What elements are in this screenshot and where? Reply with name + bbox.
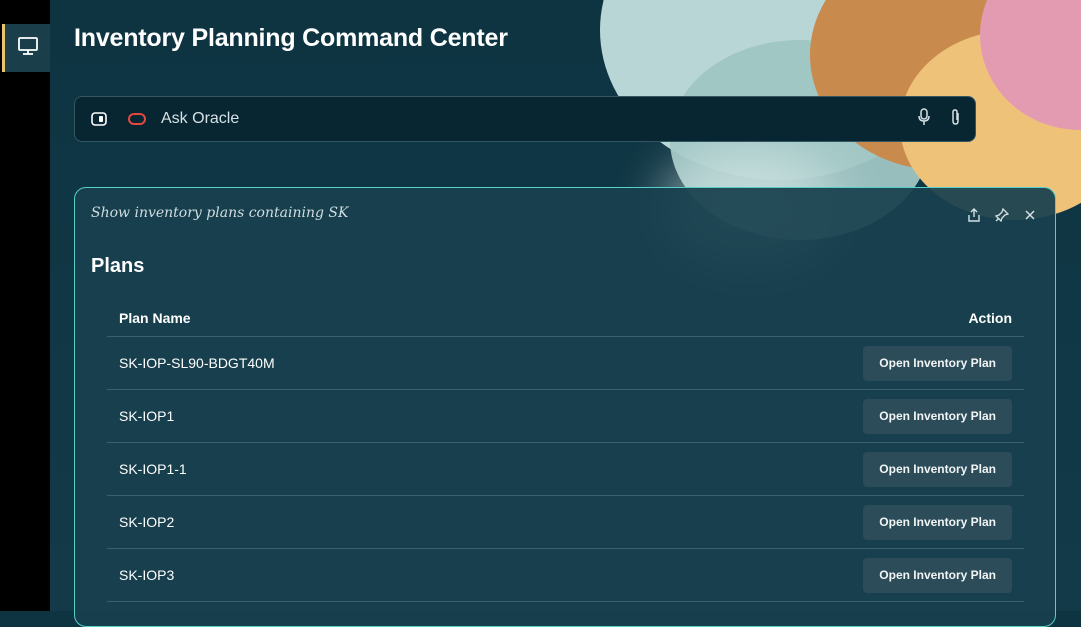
table-row: SK-IOP1-1 Open Inventory Plan xyxy=(107,442,1024,496)
plans-table: Plan Name Action SK-IOP-SL90-BDGT40M Ope… xyxy=(107,300,1024,602)
rail-item-desktop[interactable] xyxy=(2,24,50,72)
plan-name-cell: SK-IOP2 xyxy=(107,495,575,549)
monitor-icon xyxy=(17,36,39,61)
table-row: SK-IOP1 Open Inventory Plan xyxy=(107,389,1024,443)
microphone-icon[interactable] xyxy=(917,107,931,131)
query-text: Show inventory plans containing SK xyxy=(91,205,349,221)
ask-oracle-bar[interactable]: Ask Oracle xyxy=(74,96,976,142)
plan-name-cell: SK-IOP1 xyxy=(107,389,575,443)
plan-name-cell: SK-IOP3 xyxy=(107,548,575,602)
page-title: Inventory Planning Command Center xyxy=(74,24,508,52)
open-inventory-plan-button[interactable]: Open Inventory Plan xyxy=(863,345,1012,381)
plan-name-cell: SK-IOP1-1 xyxy=(107,442,575,496)
open-inventory-plan-button[interactable]: Open Inventory Plan xyxy=(863,398,1012,434)
search-input[interactable]: Ask Oracle xyxy=(161,110,239,128)
table-header-row: Plan Name Action xyxy=(107,300,1024,337)
table-row: SK-IOP2 Open Inventory Plan xyxy=(107,495,1024,549)
left-rail xyxy=(0,0,50,611)
paperclip-icon[interactable] xyxy=(949,108,963,131)
open-inventory-plan-button[interactable]: Open Inventory Plan xyxy=(863,451,1012,487)
table-row: SK-IOP3 Open Inventory Plan xyxy=(107,548,1024,602)
column-header-plan-name[interactable]: Plan Name xyxy=(107,300,575,337)
results-panel: Show inventory plans containing SK Plans… xyxy=(74,187,1056,627)
open-inventory-plan-button[interactable]: Open Inventory Plan xyxy=(863,504,1012,540)
open-inventory-plan-button[interactable]: Open Inventory Plan xyxy=(863,557,1012,593)
pin-icon[interactable] xyxy=(995,208,1009,222)
table-row: SK-IOP-SL90-BDGT40M Open Inventory Plan xyxy=(107,336,1024,390)
column-header-action: Action xyxy=(574,300,1024,337)
share-icon[interactable] xyxy=(967,208,981,222)
plan-name-cell: SK-IOP-SL90-BDGT40M xyxy=(107,336,575,390)
close-icon[interactable] xyxy=(1023,208,1037,222)
section-title: Plans xyxy=(91,255,145,277)
oracle-logo-icon xyxy=(127,112,147,126)
panel-toggle-icon[interactable] xyxy=(91,111,107,127)
